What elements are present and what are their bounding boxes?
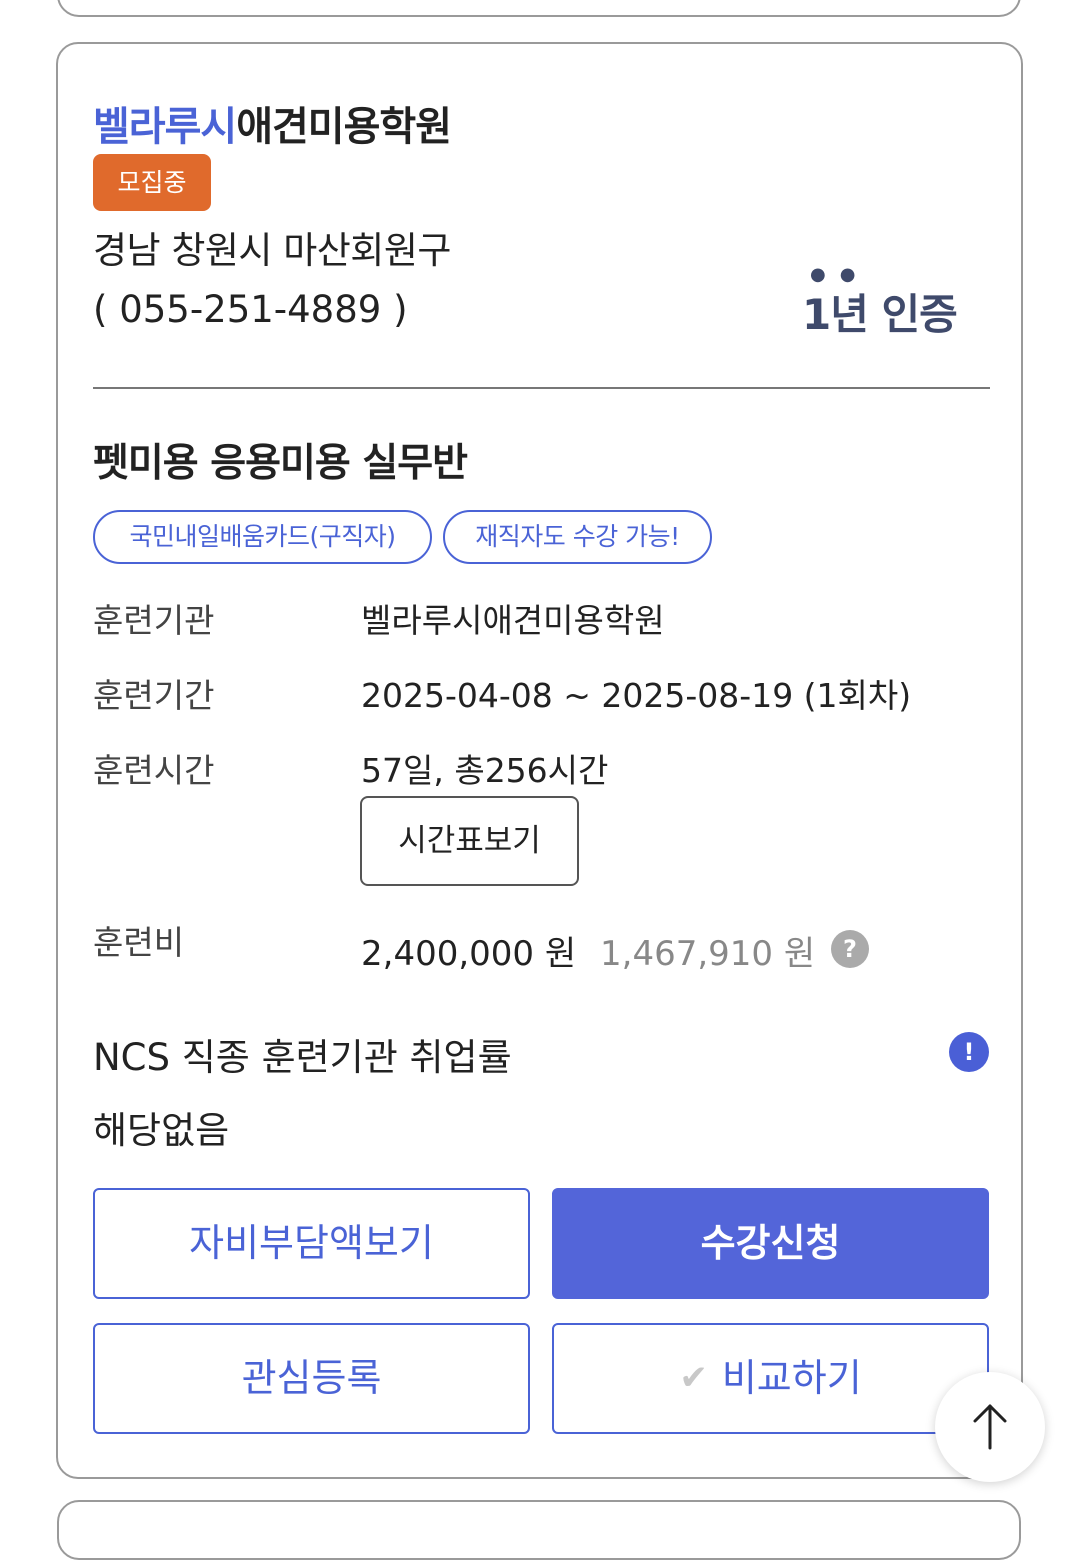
value-period: 2025-04-08 ~ 2025-08-19 (1회차) bbox=[361, 676, 912, 715]
institution-phone[interactable]: ( 055-251-4889 ) bbox=[93, 288, 408, 331]
self-pay-button[interactable]: 자비부담액보기 bbox=[93, 1188, 530, 1299]
label-fee: 훈련비 bbox=[93, 923, 185, 962]
value-hours: 57일, 총256시간 bbox=[361, 751, 609, 790]
fee-original: 2,400,000 원 bbox=[361, 934, 577, 974]
status-badge: 모집중 bbox=[93, 154, 211, 211]
tag-employed-ok: 재직자도 수강 가능! bbox=[443, 510, 712, 564]
institution-name[interactable]: 벨라루시애견미용학원 bbox=[93, 94, 452, 152]
tag-national-card: 국민내일배움카드(구직자) bbox=[93, 510, 432, 564]
institution-address: 경남 창원시 마산회원구 bbox=[93, 229, 451, 272]
timetable-button[interactable]: 시간표보기 bbox=[360, 796, 579, 886]
label-hours: 훈련시간 bbox=[93, 751, 215, 790]
institution-name-highlight: 벨라루시 bbox=[93, 104, 237, 150]
cert-label: 1년 인증 bbox=[802, 290, 958, 339]
apply-button[interactable]: 수강신청 bbox=[552, 1188, 989, 1299]
fee-subsidized: 1,467,910 원 bbox=[600, 934, 816, 974]
course-title[interactable]: 펫미용 응용미용 실무반 bbox=[93, 432, 468, 488]
label-period: 훈련기간 bbox=[93, 676, 215, 715]
check-icon: ✔ bbox=[679, 1358, 708, 1398]
compare-button[interactable]: ✔ 비교하기 bbox=[552, 1323, 989, 1434]
compare-label: 비교하기 bbox=[721, 1356, 862, 1400]
question-circle-icon[interactable]: ? bbox=[831, 930, 869, 968]
previous-card bbox=[57, 0, 1021, 17]
institution-name-rest: 애견미용학원 bbox=[236, 104, 452, 150]
course-card: 벨라루시애견미용학원 모집중 경남 창원시 마산회원구 ( 055-251-48… bbox=[56, 42, 1023, 1479]
label-institution: 훈련기관 bbox=[93, 601, 215, 640]
exclamation-circle-icon[interactable]: ! bbox=[949, 1032, 989, 1072]
divider bbox=[93, 387, 990, 389]
value-institution: 벨라루시애견미용학원 bbox=[361, 601, 665, 640]
arrow-up-icon bbox=[973, 1404, 1007, 1450]
next-card bbox=[57, 1500, 1021, 1560]
ncs-employment-title: NCS 직종 훈련기관 취업률 bbox=[93, 1036, 512, 1079]
ncs-employment-value: 해당없음 bbox=[93, 1109, 230, 1152]
certification-badge: ●● 1년 인증 bbox=[802, 259, 962, 339]
scroll-to-top-button[interactable] bbox=[935, 1372, 1045, 1482]
interest-button[interactable]: 관심등록 bbox=[93, 1323, 530, 1434]
